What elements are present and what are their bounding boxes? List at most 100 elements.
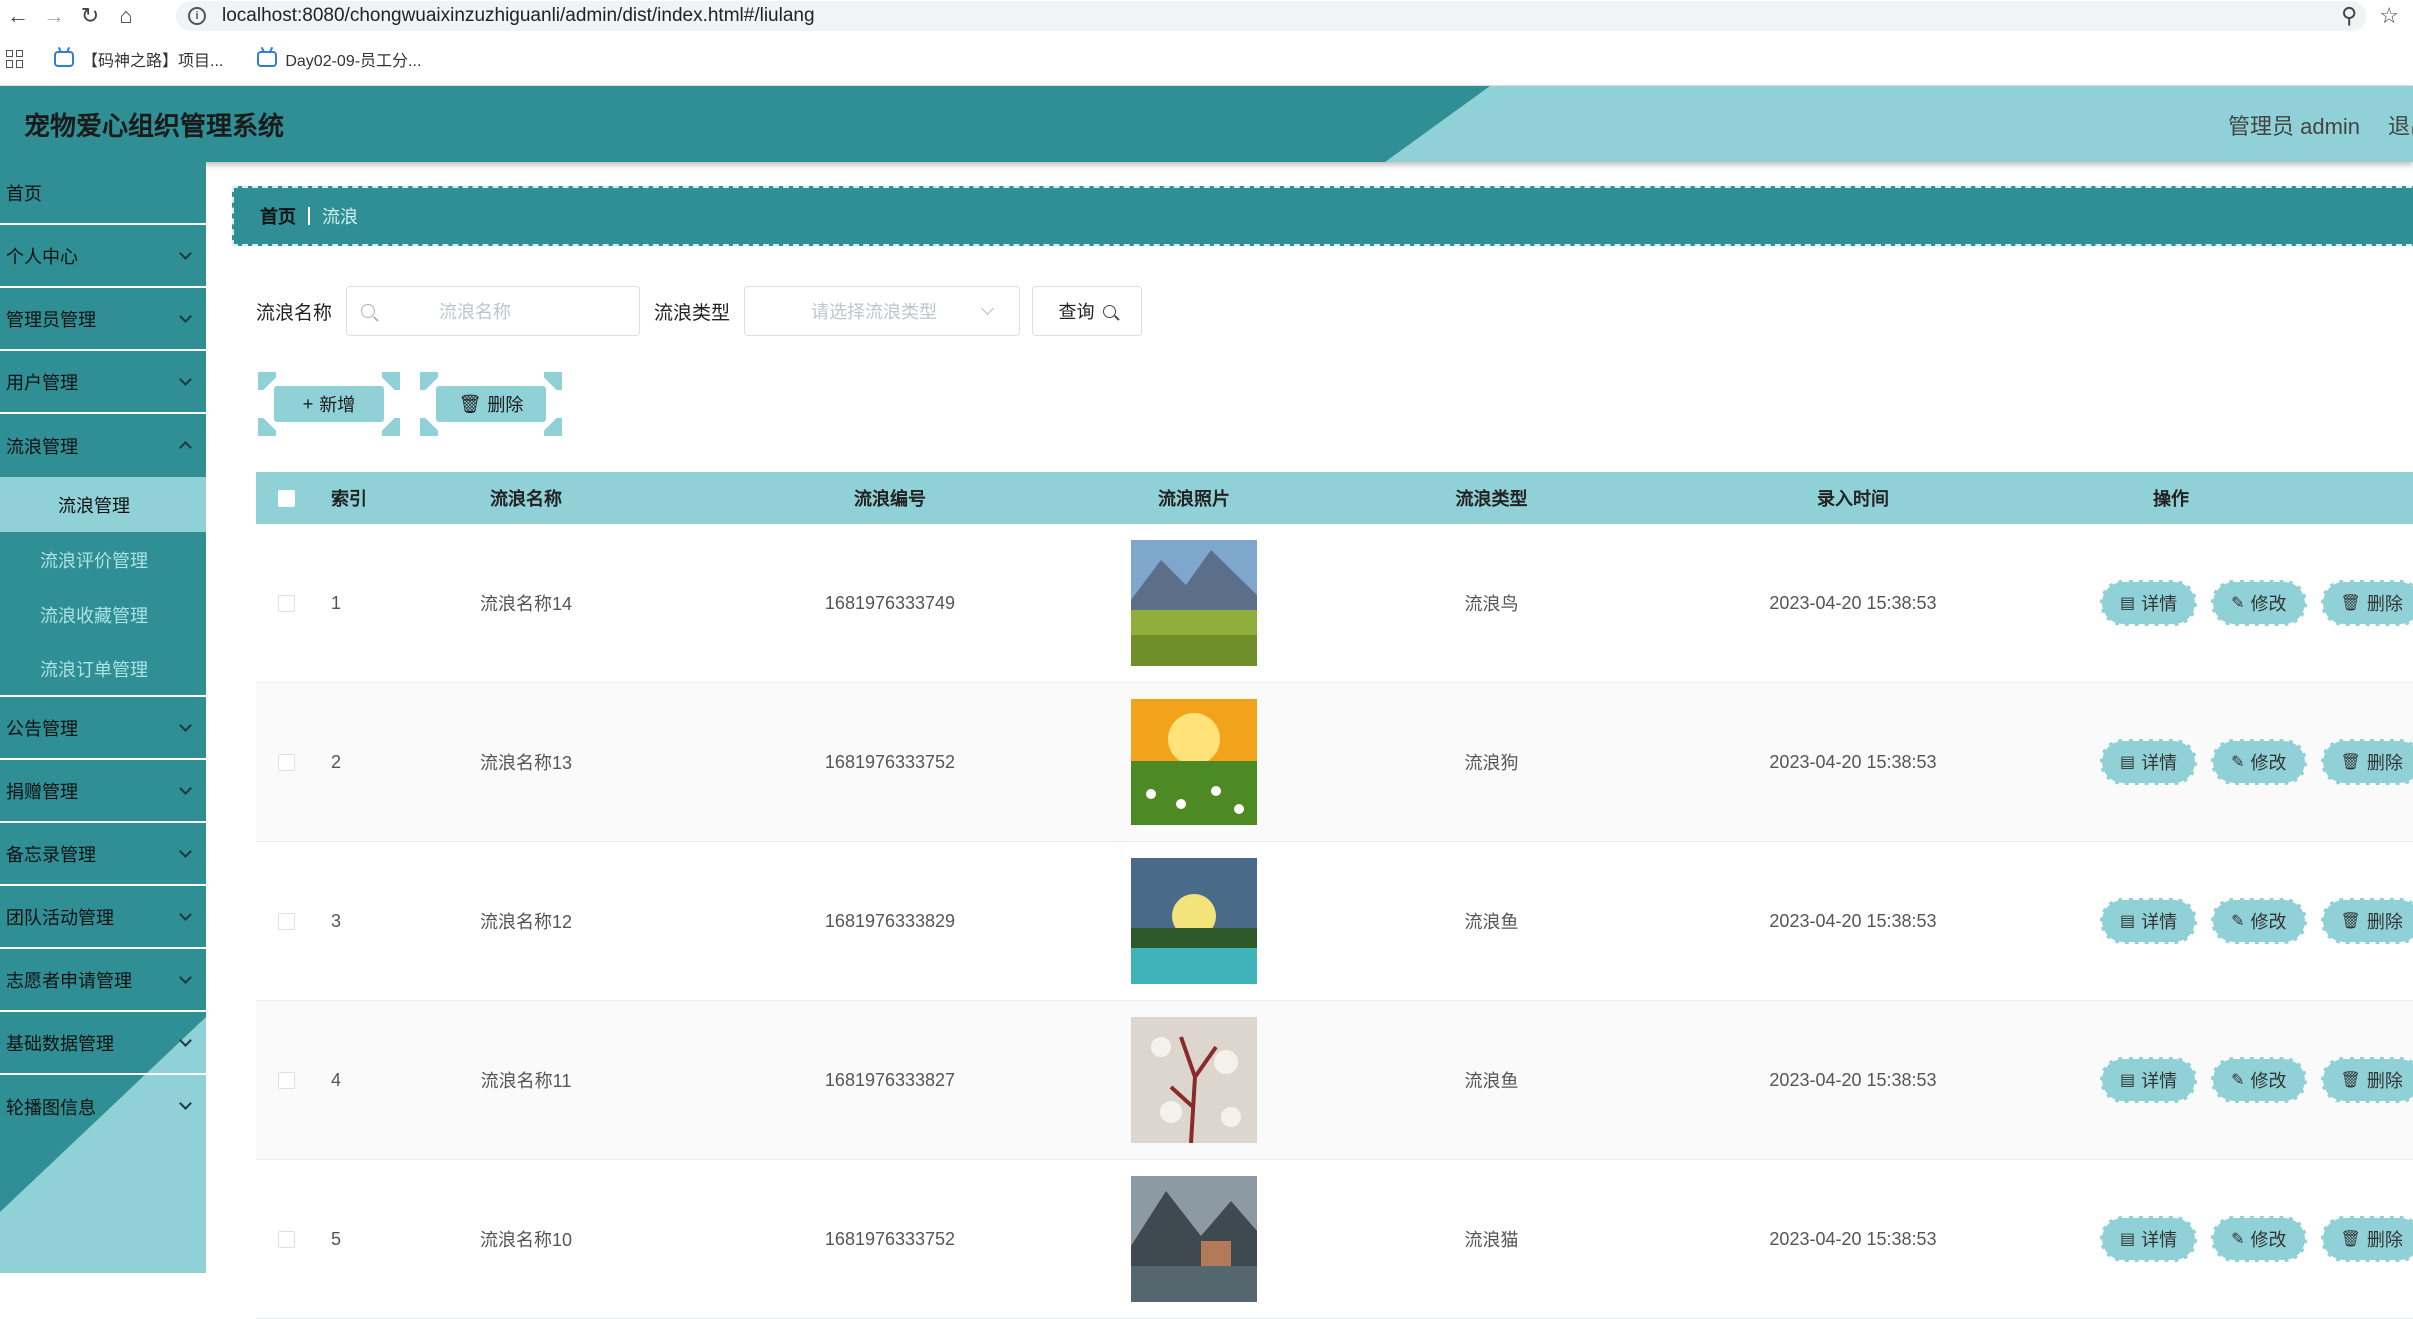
breadcrumb-home[interactable]: 首页 [260, 203, 296, 229]
chevron-down-icon [179, 845, 192, 858]
name-search-input[interactable]: 流浪名称 [346, 286, 641, 336]
pencil-icon: ✎ [2231, 754, 2245, 771]
pencil-icon: ✎ [2231, 595, 2245, 612]
sidebar-item-memo-management[interactable]: 备忘录管理 [0, 823, 206, 886]
batch-delete-button[interactable]: 🗑 删除 [418, 372, 564, 436]
sidebar-item-carousel-info[interactable]: 轮播图信息 [0, 1075, 206, 1138]
column-header: 流浪名称 [490, 489, 562, 509]
sidebar-item-notice-management[interactable]: 公告管理 [0, 697, 206, 760]
apps-grid-icon[interactable] [6, 49, 24, 68]
document-icon: ▤ [2120, 754, 2136, 771]
stray-photo[interactable] [1131, 858, 1257, 984]
row-checkbox[interactable] [277, 594, 295, 612]
delete-button[interactable]: 🗑 删除 [2320, 1057, 2413, 1103]
bookmarks-bar: 【码神之路】项目... Day02-09-员工分... [0, 32, 2413, 86]
detail-button[interactable]: ▤ 详情 [2100, 1216, 2198, 1262]
url-text[interactable]: localhost:8080/chongwuaixinzuzhiguanli/a… [222, 5, 815, 27]
sidebar-item-personal-center[interactable]: 个人中心 [0, 225, 206, 288]
sidebar-item-volunteer-management[interactable]: 志愿者申请管理 [0, 949, 206, 1012]
sidebar-item-team-activity-management[interactable]: 团队活动管理 [0, 886, 206, 949]
sidebar-item-donation-management[interactable]: 捐赠管理 [0, 760, 206, 823]
sidebar-subitem-stray-favorites[interactable]: 流浪收藏管理 [0, 587, 206, 642]
detail-button[interactable]: ▤ 详情 [2100, 739, 2198, 785]
document-icon: ▤ [2120, 1072, 2136, 1089]
bookmark-label: 【码神之路】项目... [82, 52, 224, 70]
detail-button[interactable]: ▤ 详情 [2100, 1057, 2198, 1103]
current-user: 管理员 admin [2228, 114, 2361, 139]
delete-button[interactable]: 🗑 删除 [2320, 739, 2413, 785]
pencil-icon: ✎ [2231, 1231, 2245, 1248]
address-bar[interactable]: i localhost:8080/chongwuaixinzuzhiguanli… [176, 1, 2366, 31]
edit-button[interactable]: ✎ 修改 [2211, 739, 2307, 785]
bookmark-star-icon[interactable]: ☆ [2379, 3, 2399, 29]
row-type: 流浪鸟 [1464, 594, 1519, 614]
stray-photo[interactable] [1131, 540, 1257, 666]
row-type: 流浪鱼 [1464, 1071, 1519, 1091]
search-form: 流浪名称 流浪名称 流浪类型 请选择流浪类型 查询 [256, 286, 1143, 336]
row-name: 流浪名称10 [479, 1230, 573, 1250]
query-button[interactable]: 查询 [1032, 286, 1143, 336]
edit-button[interactable]: ✎ 修改 [2211, 1216, 2307, 1262]
row-type: 流浪猫 [1464, 1230, 1519, 1250]
name-filter-label: 流浪名称 [256, 302, 333, 324]
detail-button[interactable]: ▤ 详情 [2100, 898, 2198, 944]
chevron-down-icon [179, 310, 192, 323]
table-row: 4 流浪名称11 1681976333827 流浪鱼 2023-04-20 15… [256, 1001, 2413, 1160]
row-index: 3 [331, 910, 342, 931]
row-name: 流浪名称12 [479, 912, 573, 932]
delete-button[interactable]: 🗑 删除 [2320, 580, 2413, 626]
row-name: 流浪名称13 [479, 753, 573, 773]
browser-toolbar: ← → ↻ ⌂ i localhost:8080/chongwuaixinzuz… [0, 0, 2413, 32]
edit-button[interactable]: ✎ 修改 [2211, 898, 2307, 944]
chevron-down-icon [179, 1097, 192, 1110]
delete-button[interactable]: 🗑 删除 [2320, 1216, 2413, 1262]
sidebar-subitem-stray[interactable]: 流浪管理 [0, 477, 206, 532]
select-all-checkbox[interactable] [277, 489, 295, 507]
column-header: 流浪编号 [854, 489, 926, 509]
stray-table: 索引 流浪名称 流浪编号 流浪照片 流浪类型 录入时间 操作 1 流浪名称14 … [256, 472, 2413, 1319]
row-checkbox[interactable] [277, 1071, 295, 1089]
stray-photo[interactable] [1131, 1176, 1257, 1302]
reload-icon[interactable]: ↻ [72, 0, 108, 32]
stray-photo[interactable] [1131, 699, 1257, 825]
bookmark-item[interactable]: 【码神之路】项目... [54, 47, 223, 71]
forward-icon[interactable]: → [36, 0, 72, 32]
toolbar-actions: + 新增 🗑 删除 [256, 372, 564, 436]
stray-photo[interactable] [1131, 1017, 1257, 1143]
home-icon[interactable]: ⌂ [108, 0, 144, 32]
row-index: 5 [331, 1228, 342, 1249]
logout-link[interactable]: 退出 [2388, 114, 2413, 139]
row-index: 1 [331, 592, 342, 613]
delete-button[interactable]: 🗑 删除 [2320, 898, 2413, 944]
sidebar-menu: 首页 个人中心 管理员管理 用户管理 流浪管理 流浪管理 流浪评价管理 流浪收藏… [0, 162, 206, 1273]
table-header: 索引 流浪名称 流浪编号 流浪照片 流浪类型 录入时间 操作 [256, 472, 2413, 524]
detail-button[interactable]: ▤ 详情 [2100, 580, 2198, 626]
sidebar-item-user-management[interactable]: 用户管理 [0, 351, 206, 414]
sidebar-item-stray-management[interactable]: 流浪管理 [0, 414, 206, 477]
edit-button[interactable]: ✎ 修改 [2211, 1057, 2307, 1103]
back-icon[interactable]: ← [0, 0, 36, 32]
sidebar-subitem-stray-review[interactable]: 流浪评价管理 [0, 532, 206, 587]
plus-icon: + [302, 393, 314, 414]
chevron-down-icon [179, 247, 192, 260]
site-info-icon[interactable]: i [188, 7, 206, 25]
row-checkbox[interactable] [277, 753, 295, 771]
pencil-icon: ✎ [2231, 913, 2245, 930]
row-checkbox[interactable] [277, 1230, 295, 1248]
trash-icon: 🗑 [2340, 913, 2361, 930]
sidebar-item-base-data-management[interactable]: 基础数据管理 [0, 1012, 206, 1075]
add-button[interactable]: + 新增 [256, 372, 402, 436]
sidebar-item-admin-management[interactable]: 管理员管理 [0, 288, 206, 351]
edit-button[interactable]: ✎ 修改 [2211, 580, 2307, 626]
document-icon: ▤ [2120, 595, 2136, 612]
sidebar-item-home[interactable]: 首页 [0, 162, 206, 225]
trash-icon: 🗑 [2340, 1231, 2361, 1248]
row-checkbox[interactable] [277, 912, 295, 930]
document-icon: ▤ [2120, 913, 2136, 930]
row-time: 2023-04-20 15:38:53 [1769, 592, 1937, 613]
sidebar-subitem-stray-orders[interactable]: 流浪订单管理 [0, 642, 206, 697]
chevron-up-icon [179, 441, 192, 454]
password-key-icon[interactable]: ⚲ [2341, 3, 2357, 29]
bookmark-item[interactable]: Day02-09-员工分... [257, 47, 421, 71]
type-select[interactable]: 请选择流浪类型 [744, 286, 1021, 336]
